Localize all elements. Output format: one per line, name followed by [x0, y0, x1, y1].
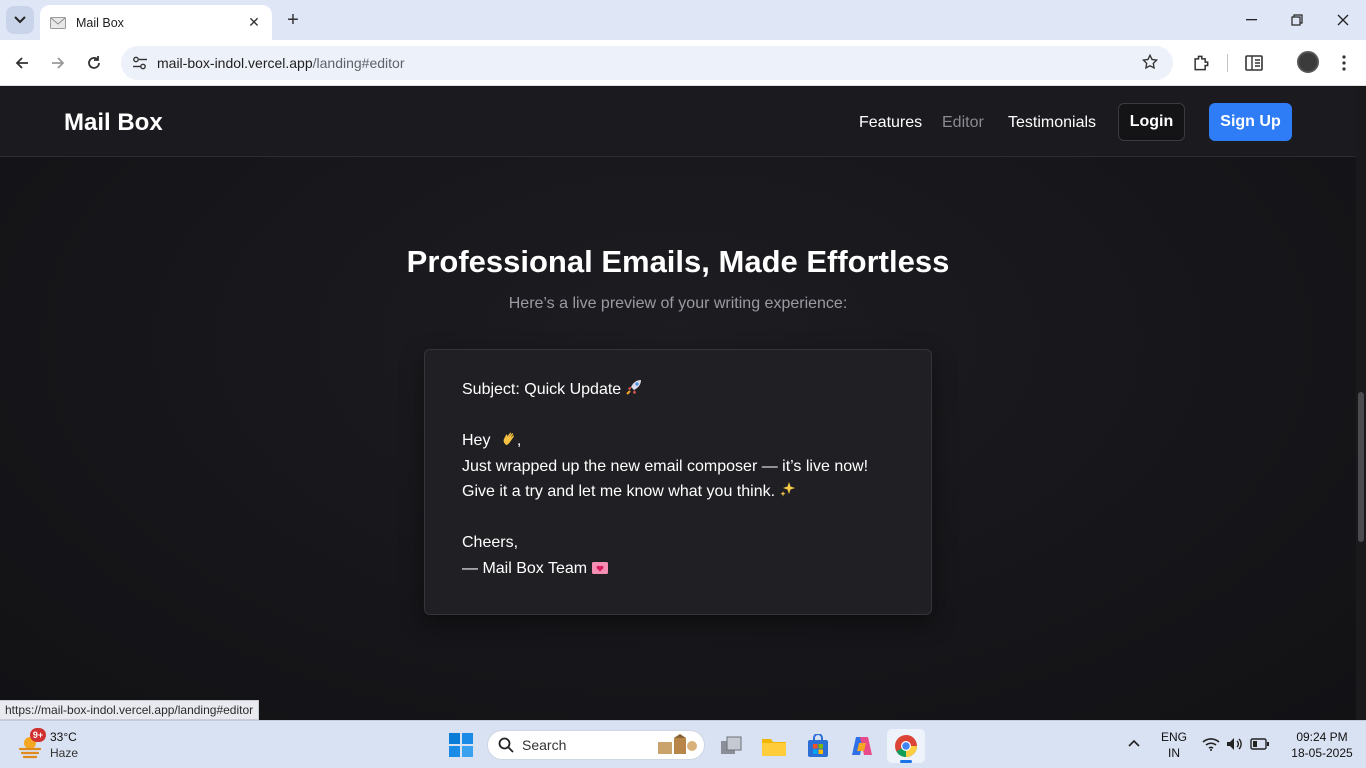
site-settings-icon[interactable] — [129, 52, 151, 74]
arrow-right-icon — [52, 57, 65, 69]
taskbar: 9+ 33°C Haze Search ENG IN 09:24 PM 18-0… — [0, 720, 1366, 768]
chevron-down-icon — [14, 16, 26, 24]
heart-letter-icon — [591, 558, 609, 584]
clock-date: 18-05-2025 — [1291, 746, 1353, 760]
clock-time: 09:24 PM — [1296, 730, 1348, 744]
language-indicator[interactable]: ENG IN — [1160, 730, 1188, 760]
notification-badge: 9+ — [30, 728, 46, 742]
hero-title: Professional Emails, Made Effortless — [406, 244, 950, 279]
start-button[interactable] — [449, 733, 473, 757]
browser-toolbar: mail-box-indol.vercel.app/landing#editor — [0, 40, 1366, 86]
toolbar-divider — [1227, 54, 1228, 72]
web-page: Mail Box Features Editor Testimonials Lo… — [0, 87, 1356, 720]
new-tab-button[interactable]: + — [282, 9, 304, 31]
region-code: IN — [1168, 746, 1180, 760]
url-path: /landing#editor — [312, 55, 405, 71]
email-subject-line: Subject: Quick Update — [462, 377, 894, 403]
email-greeting: Hey — [462, 432, 491, 449]
email-preview-card: Subject: Quick Update Hey , Just wrapped… — [424, 349, 932, 615]
microsoft-store-button[interactable] — [799, 729, 837, 763]
chrome-taskbar-button[interactable] — [887, 729, 925, 763]
site-header: Mail Box Features Editor Testimonials Lo… — [0, 87, 1356, 157]
arrow-left-icon — [15, 57, 28, 69]
email-body-2: Give it a try and let me know what you t… — [462, 483, 776, 500]
battery-icon[interactable] — [1250, 738, 1270, 753]
reload-button[interactable] — [80, 49, 108, 77]
language-code: ENG — [1160, 730, 1187, 744]
login-button[interactable]: Login — [1118, 103, 1185, 141]
email-gap — [462, 403, 894, 429]
clock[interactable]: 09:24 PM 18-05-2025 — [1290, 730, 1354, 760]
email-subject: Subject: Quick Update — [462, 381, 622, 398]
scrollbar-thumb[interactable] — [1358, 392, 1364, 542]
wifi-icon[interactable] — [1202, 737, 1220, 754]
nav-testimonials-link[interactable]: Testimonials — [1008, 114, 1096, 132]
copilot-button[interactable] — [843, 729, 881, 763]
restore-button[interactable] — [1274, 0, 1320, 40]
url-host: mail-box-indol.vercel.app — [157, 55, 313, 71]
email-signature-line: — Mail Box Team — [462, 556, 894, 582]
email-body-line-2: Give it a try and let me know what you t… — [462, 479, 894, 505]
task-view-icon — [721, 736, 742, 754]
weather-temperature: 33°C — [50, 730, 77, 744]
windows-logo-icon — [449, 733, 473, 757]
running-indicator — [900, 760, 912, 763]
more-menu-icon[interactable] — [1332, 51, 1356, 75]
signup-button[interactable]: Sign Up — [1209, 103, 1292, 141]
page-scrollbar[interactable] — [1356, 87, 1366, 720]
folder-icon — [762, 739, 786, 756]
weather-condition: Haze — [50, 746, 79, 760]
weather-widget[interactable]: 9+ 33°C Haze — [16, 728, 116, 761]
email-body-line-1: Just wrapped up the new email composer —… — [462, 457, 869, 475]
search-icon — [498, 737, 514, 753]
reload-icon — [88, 56, 100, 69]
volume-icon[interactable] — [1226, 737, 1242, 754]
brand-logo[interactable]: Mail Box — [64, 109, 163, 137]
hero-subtitle: Here’s a live preview of your writing ex… — [508, 295, 848, 312]
task-view-button[interactable] — [712, 729, 750, 763]
store-icon — [808, 734, 828, 757]
bookmark-star-icon[interactable] — [1141, 53, 1159, 76]
minimize-button[interactable] — [1228, 0, 1274, 40]
status-bar-url: https://mail-box-indol.vercel.app/landin… — [0, 700, 260, 720]
email-signature: — Mail Box Team — [462, 559, 588, 577]
browser-tab-bar: Mail Box ✕ + — [0, 0, 1366, 40]
close-window-button[interactable] — [1320, 0, 1366, 40]
waving-hand-icon — [501, 430, 517, 456]
browser-tab[interactable]: Mail Box ✕ — [40, 5, 272, 40]
nav-features-link[interactable]: Features — [859, 114, 922, 132]
envelope-icon — [50, 16, 66, 29]
forward-button[interactable] — [44, 49, 72, 77]
sparkles-icon — [779, 480, 797, 507]
email-signoff: Cheers, — [462, 534, 519, 551]
reading-list-icon[interactable] — [1242, 51, 1266, 75]
profile-avatar[interactable] — [1297, 51, 1319, 73]
taskbar-search[interactable]: Search — [487, 730, 705, 760]
back-button[interactable] — [8, 49, 36, 77]
search-highlight-icon — [658, 734, 697, 754]
email-gap — [462, 505, 894, 531]
rocket-icon — [625, 378, 643, 405]
file-explorer-button[interactable] — [755, 729, 793, 763]
close-tab-icon[interactable]: ✕ — [246, 14, 262, 31]
tab-search-button[interactable] — [6, 6, 34, 34]
nav-editor-link[interactable]: Editor — [942, 114, 984, 132]
copilot-icon — [852, 737, 872, 755]
address-bar[interactable]: mail-box-indol.vercel.app/landing#editor — [121, 46, 1173, 80]
search-label: Search — [522, 737, 567, 753]
tray-overflow-chevron-icon[interactable] — [1128, 736, 1140, 750]
tab-title: Mail Box — [76, 15, 124, 30]
email-greeting-line: Hey , — [462, 428, 894, 454]
extensions-icon[interactable] — [1189, 51, 1213, 75]
chrome-icon — [895, 735, 917, 757]
